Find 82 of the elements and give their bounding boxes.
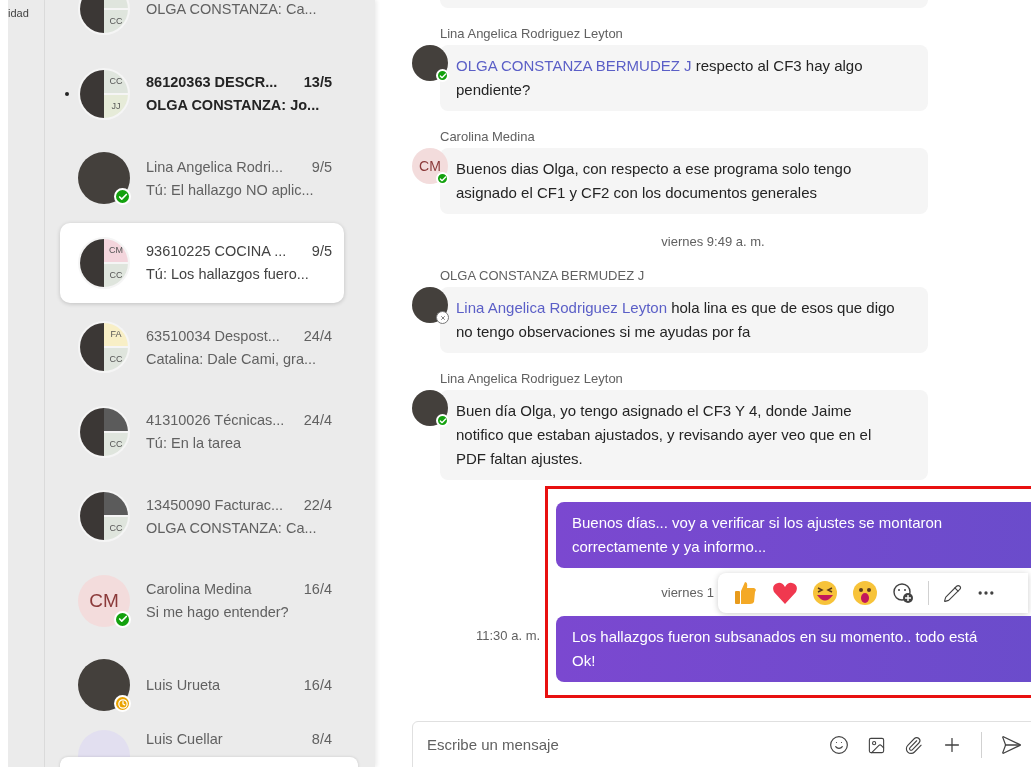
- paperclip-icon[interactable]: [904, 735, 923, 755]
- chat-name: Lina Angelica Rodri...: [146, 157, 284, 176]
- chat-preview: Si me hago entender?: [146, 603, 290, 622]
- chat-date: 13/5: [303, 73, 332, 92]
- chat-preview: OLGA CONSTANZA: Ca...: [146, 0, 318, 19]
- add-reaction-icon[interactable]: [892, 582, 914, 604]
- photo-placeholder: [80, 69, 104, 118]
- message-input[interactable]: Escribe un mensaje: [427, 733, 811, 757]
- avatar-photo: [78, 152, 130, 205]
- chat-name: 13450090 Facturac...: [146, 495, 284, 514]
- avatar-photo: [412, 390, 448, 426]
- chat-name: 41310026 Técnicas...: [146, 411, 285, 430]
- chat-list-item[interactable]: Lina Angelica Rodri... 9/5 Tú: El hallazgo NO aplic...: [60, 138, 344, 219]
- timestamp: viernes 1: [661, 585, 714, 601]
- chat-list-item[interactable]: CM CC 93610225 COCINA ... 9/5 Tú: Los hallazgos fuero...: [60, 222, 344, 303]
- timestamp: viernes 9:49 a. m.: [661, 234, 765, 250]
- message-bubble: Lina Angelica Rodriguez Leyton hola lina es que de esos que digo no tengo observaciones si me ayudas por fa: [440, 287, 928, 353]
- surprised-face-icon[interactable]: [852, 580, 878, 606]
- message-bubble: Buenos dias Olga, con respecto a ese programa solo tengo asignado el CF1 y CF2 con los documentos generales: [440, 148, 928, 214]
- compose-box[interactable]: Escribe un mensaje: [412, 721, 1031, 767]
- chat-date: 16/4: [303, 676, 332, 695]
- emoji-icon[interactable]: [829, 735, 849, 755]
- chat-name: Luis Urueta: [146, 676, 221, 695]
- chat-preview: OLGA CONSTANZA: Jo...: [146, 96, 321, 115]
- initials-tile: CC: [104, 263, 128, 287]
- initials-tile: CC: [104, 432, 128, 456]
- sender-name: Lina Angelica Rodriguez Leyton: [440, 26, 624, 42]
- chat-list-item[interactable]: Luis Urueta 16/4: [60, 645, 344, 726]
- chat-date: 22/4: [303, 495, 332, 514]
- thumbs-up-icon[interactable]: [734, 580, 758, 606]
- chat-name: Luis Cuellar: [146, 729, 223, 748]
- initials-tile: CM: [104, 238, 128, 262]
- photo-placeholder: [80, 238, 104, 287]
- initials-tile: CC: [104, 348, 128, 372]
- chat-date: 24/4: [303, 411, 332, 430]
- initials-tile: JJ: [104, 94, 128, 118]
- chat-list-item[interactable]: FA CC 63510034 Despost... 24/4 Catalina: Dale Cami, gra...: [60, 307, 344, 388]
- message-bubble: Buen día Olga, yo tengo asignado el CF3 Y 4, donde Jaime notifico que estaban ajustados, y revisando ayer veo que en el PDF faltan ajustes.: [440, 390, 928, 480]
- chat-preview: Catalina: Dale Cami, gra...: [146, 349, 318, 368]
- sender-name: OLGA CONSTANZA BERMUDEZ J: [440, 268, 646, 284]
- avatar-photo: [412, 45, 448, 81]
- own-message-bubble: Los hallazgos fueron subsanados en su momento.. todo está Ok!: [556, 616, 1031, 682]
- chat-name: 86120363 DESCR...: [146, 73, 278, 92]
- initials-tile: FA: [104, 323, 128, 347]
- laughing-face-icon[interactable]: [812, 580, 838, 606]
- chat-list-item[interactable]: CC 13450090 Facturac... 22/4 OLGA CONSTANZA: Ca...: [60, 476, 344, 557]
- sender-name: Lina Angelica Rodriguez Leyton: [440, 371, 624, 387]
- chat-date: 24/4: [303, 326, 332, 345]
- chat-name: 93610225 COCINA ...: [146, 242, 287, 261]
- mention-link[interactable]: Lina Angelica Rodriguez Leyton: [456, 299, 667, 316]
- chat-list-item[interactable]: CC JJ 86120363 DESCR... 13/5 OLGA CONSTANZA: Jo...: [60, 53, 344, 134]
- chat-list-item[interactable]: CM Carolina Medina 16/4 Si me hago entender?: [60, 560, 344, 641]
- initials-tile: CC: [104, 69, 128, 93]
- own-message-bubble: Buenos días... voy a verificar si los ajustes se montaron correctamente y ya informo...: [556, 502, 1031, 568]
- sender-name: Carolina Medina: [440, 129, 536, 145]
- initials-tile: CC: [104, 10, 128, 34]
- send-icon[interactable]: [1000, 734, 1022, 756]
- avatar-photo: [78, 659, 130, 712]
- photo-placeholder: [80, 0, 104, 34]
- chat-date: 16/4: [303, 580, 332, 599]
- edit-icon[interactable]: [943, 583, 962, 603]
- chat-date: 8/4: [311, 729, 332, 748]
- message-time: 11:30 a. m.: [476, 628, 541, 644]
- mention-link[interactable]: OLGA CONSTANZA BERMUDEZ J: [456, 57, 692, 74]
- rail-label: idad: [8, 6, 30, 20]
- chat-preview: OLGA CONSTANZA: Ca...: [146, 518, 318, 537]
- photo-placeholder: [80, 323, 104, 372]
- image-icon[interactable]: [867, 735, 886, 755]
- chat-preview: Tú: Los hallazgos fuero...: [146, 265, 310, 284]
- initials-tile: CC: [104, 517, 128, 541]
- chat-name: Carolina Medina: [146, 580, 252, 599]
- chat-preview: Tú: En la tarea: [146, 434, 243, 453]
- message-bubble: OLGA CONSTANZA BERMUDEZ J respecto al CF3 hay algo pendiente?: [440, 45, 928, 111]
- chat-date: 9/5: [311, 242, 332, 261]
- chat-list-item[interactable]: CC OLGA CONSTANZA: Ca...: [60, 0, 344, 50]
- initials-avatar: CM: [78, 574, 130, 627]
- chat-preview: Tú: El hallazgo NO aplic...: [146, 180, 315, 199]
- avatar-photo: [412, 287, 448, 323]
- heart-icon[interactable]: [772, 581, 798, 605]
- chat-date: 9/5: [311, 157, 332, 176]
- chat-name: 63510034 Despost...: [146, 326, 280, 345]
- chat-list-item[interactable]: CC 41310026 Técnicas... 24/4 Tú: En la tarea: [60, 391, 344, 472]
